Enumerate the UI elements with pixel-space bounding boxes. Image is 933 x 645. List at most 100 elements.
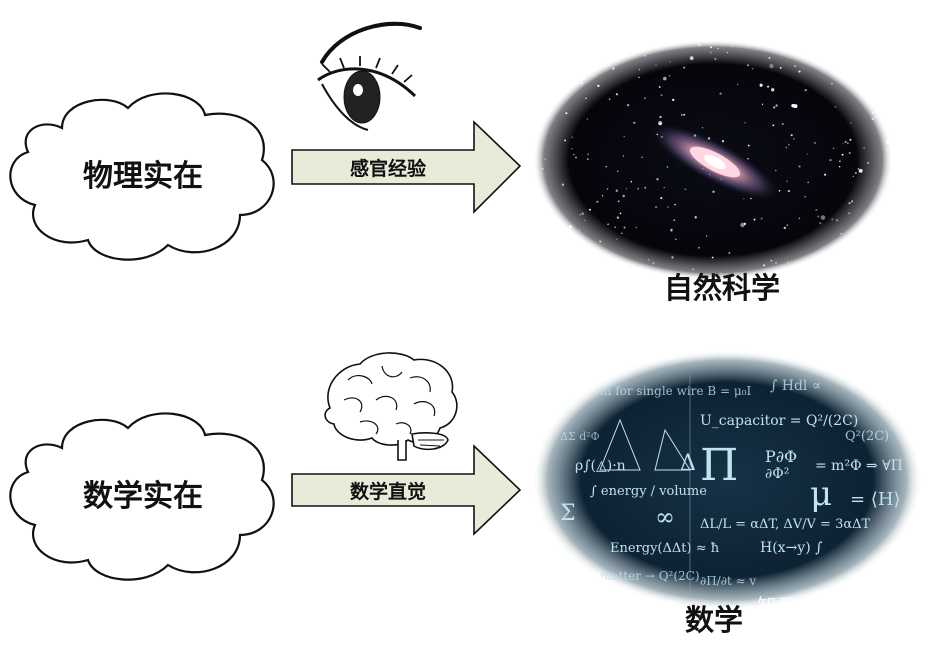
star — [798, 217, 801, 219]
cloud-mathematical-reality: 数学实在 — [9, 412, 275, 581]
star — [578, 43, 580, 45]
star — [641, 156, 643, 158]
star — [617, 170, 619, 172]
star — [770, 259, 773, 262]
star — [669, 60, 672, 63]
star — [817, 215, 820, 218]
star — [589, 208, 591, 211]
star — [681, 114, 683, 116]
star — [660, 196, 663, 200]
star — [761, 103, 764, 105]
star — [586, 118, 589, 120]
galaxy-image — [533, 39, 893, 280]
cloud-physical-reality: 物理实在 — [9, 92, 275, 261]
star — [666, 166, 669, 168]
star — [769, 63, 774, 69]
svg-text:∂Π/∂t ≈ v: ∂Π/∂t ≈ v — [700, 574, 756, 588]
star — [654, 205, 658, 209]
star — [674, 203, 676, 206]
svg-text:Q²(2C): Q²(2C) — [845, 429, 889, 444]
star — [710, 46, 713, 49]
star — [663, 186, 666, 189]
svg-text:U_capacitor = Q²/(2C): U_capacitor = Q²/(2C) — [700, 413, 858, 429]
star — [535, 154, 538, 157]
star — [620, 232, 623, 235]
star — [870, 60, 872, 63]
star — [544, 45, 548, 49]
star — [711, 256, 714, 259]
star — [814, 277, 817, 278]
star — [851, 200, 854, 203]
star — [643, 54, 646, 57]
star — [807, 181, 809, 184]
cloud-label: 数学实在 — [83, 479, 203, 514]
star — [587, 158, 589, 160]
star — [771, 88, 775, 92]
svg-text:ΔL/L = αΔT, ΔV/V = 3αΔT: ΔL/L = αΔT, ΔV/V = 3αΔT — [700, 517, 871, 532]
star — [635, 39, 637, 41]
star — [667, 206, 669, 208]
svg-text:Δ: Δ — [680, 451, 696, 476]
star — [819, 222, 822, 225]
svg-text:∫ Hdl ∝: ∫ Hdl ∝ — [770, 378, 821, 394]
star — [656, 178, 659, 181]
star — [591, 61, 594, 64]
star — [698, 43, 701, 46]
star — [744, 122, 746, 124]
star — [831, 218, 834, 221]
arrow-sensory-experience: 感官经验 — [291, 120, 522, 214]
star — [581, 67, 584, 70]
star — [876, 64, 879, 67]
star — [871, 118, 874, 121]
star — [848, 212, 850, 215]
star — [783, 226, 786, 230]
star — [701, 127, 704, 129]
svg-text:∂Φ²: ∂Φ² — [765, 466, 789, 482]
star — [747, 144, 750, 147]
star — [550, 223, 553, 225]
svg-text:ρ∫(△)·n: ρ∫(△)·n — [575, 458, 626, 474]
svg-text:Energy(ΔΔt) ≈ ħ: Energy(ΔΔt) ≈ ħ — [610, 541, 720, 556]
star — [767, 85, 770, 88]
star — [772, 124, 775, 127]
star — [595, 49, 600, 55]
star — [857, 168, 860, 170]
star — [546, 46, 551, 51]
star — [694, 216, 697, 219]
star — [865, 46, 868, 50]
star — [886, 197, 889, 200]
star — [625, 188, 628, 190]
star — [721, 140, 725, 143]
target-label-natural-science: 自然科学 — [664, 271, 780, 305]
star — [877, 42, 880, 43]
star — [786, 224, 789, 227]
star — [884, 102, 887, 105]
star — [635, 226, 637, 229]
star — [655, 64, 657, 66]
star — [848, 201, 851, 205]
star — [874, 117, 876, 119]
star — [743, 222, 747, 225]
star — [835, 219, 839, 222]
star — [871, 111, 874, 114]
star — [576, 84, 578, 87]
svg-text:P∂Φ: P∂Φ — [765, 447, 797, 466]
star — [712, 190, 715, 193]
star — [847, 142, 849, 144]
star — [889, 42, 891, 45]
star — [786, 270, 789, 272]
star — [714, 57, 717, 60]
star — [863, 147, 865, 149]
star — [601, 195, 604, 197]
star — [858, 168, 863, 173]
svg-text:matter → Q²(2C): matter → Q²(2C) — [600, 569, 700, 583]
star — [743, 197, 745, 200]
star — [638, 76, 640, 79]
star — [848, 152, 851, 154]
star — [615, 189, 618, 192]
cloud-label: 物理实在 — [83, 159, 203, 194]
star — [607, 223, 609, 226]
star — [844, 140, 847, 143]
star — [775, 169, 777, 172]
star — [617, 200, 620, 203]
